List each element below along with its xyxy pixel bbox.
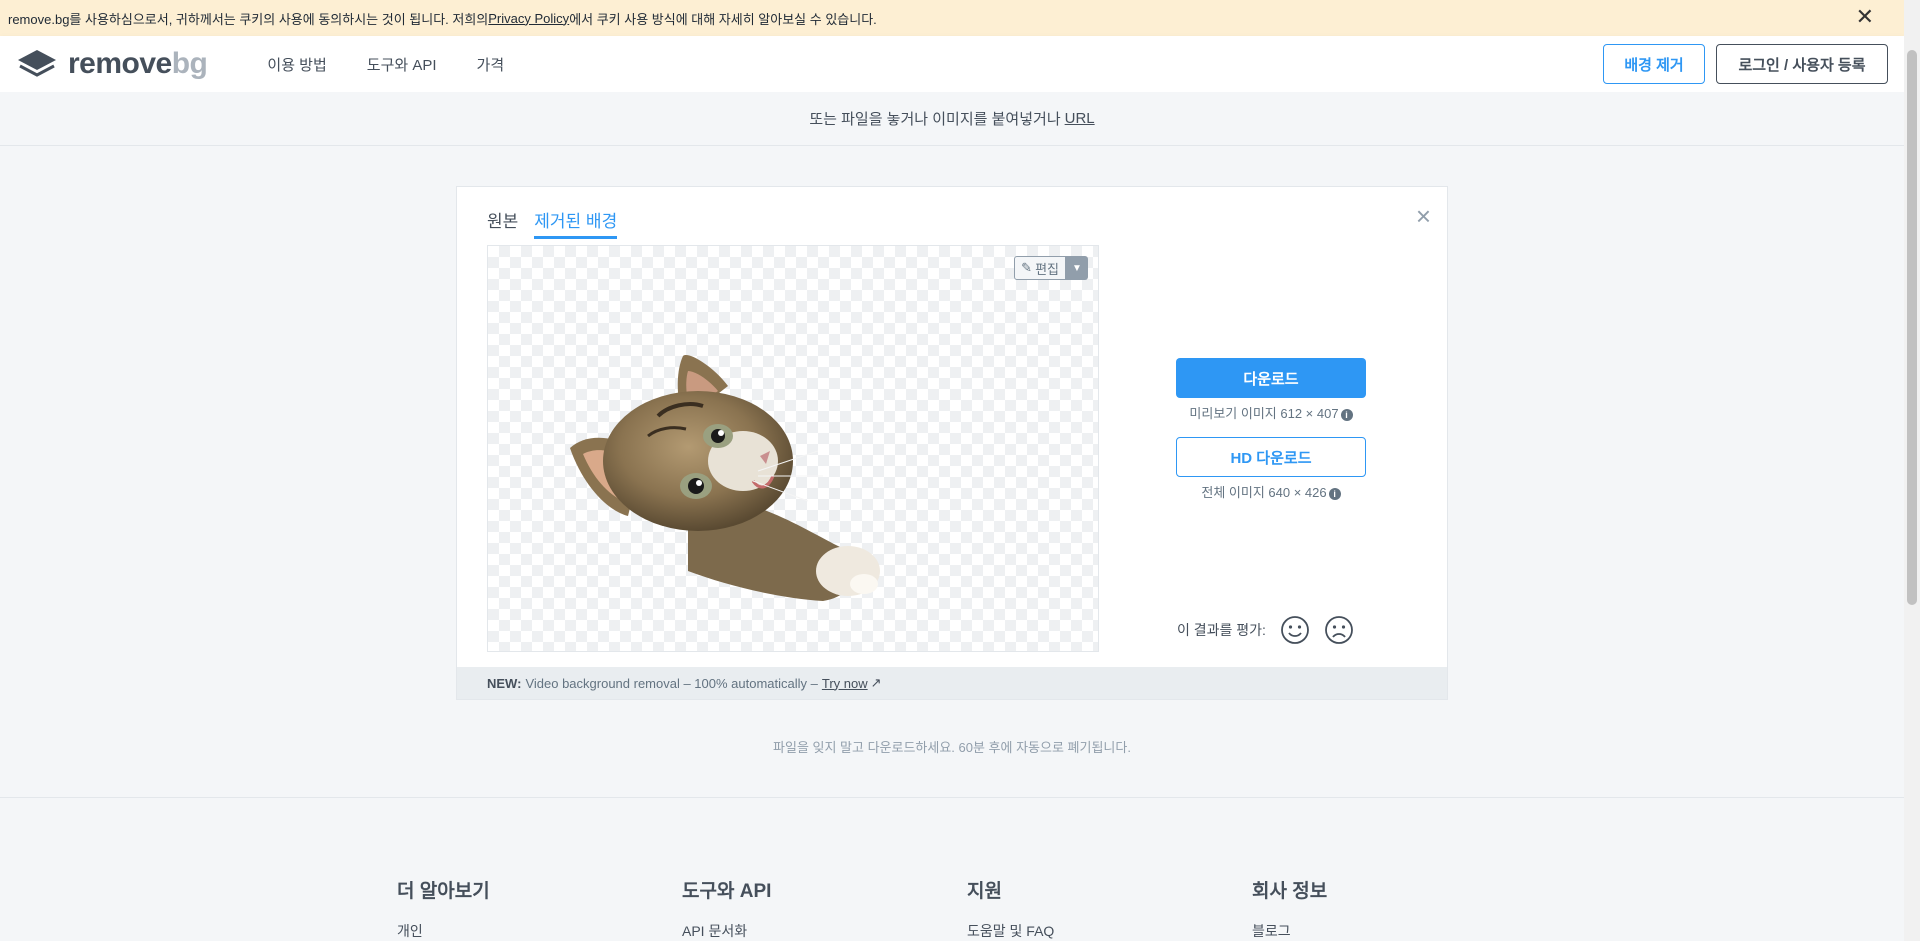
- scrollbar[interactable]: [1904, 0, 1920, 941]
- footer-link-blog[interactable]: 블로그: [1252, 921, 1327, 941]
- brush-icon: ✎: [1021, 260, 1033, 275]
- footer-col-learn-more: 더 알아보기 개인: [397, 881, 490, 941]
- close-icon[interactable]: ×: [1416, 201, 1431, 232]
- nav-pricing[interactable]: 가격: [477, 54, 505, 75]
- footer-col-company: 회사 정보 블로그: [1252, 881, 1328, 941]
- download-button[interactable]: 다운로드: [1176, 358, 1366, 398]
- footer-col-tools-api: 도구와 API API 문서화: [682, 881, 772, 941]
- tab-original[interactable]: 원본: [487, 207, 518, 239]
- full-size-note: 전체 이미지 640 × 426 i: [1176, 482, 1366, 501]
- rating-label: 이 결과를 평가:: [1177, 622, 1266, 638]
- footer-link-individuals[interactable]: 개인: [397, 921, 490, 941]
- rating-row: 이 결과를 평가:: [1177, 615, 1354, 645]
- preview-size-note: 미리보기 이미지 612 × 407 i: [1176, 403, 1366, 422]
- footer-col-support: 지원 도움말 및 FAQ: [967, 881, 1055, 941]
- upload-strip: 또는 파일을 놓거나 이미지를 붙여넣거나 URL: [0, 92, 1904, 146]
- tab-removed-background[interactable]: 제거된 배경: [534, 207, 618, 239]
- logo-layers-icon: [18, 50, 56, 77]
- close-icon[interactable]: ✕: [1856, 6, 1874, 28]
- cookie-banner: remove.bg를 사용하심으로서, 귀하께서는 쿠키의 사용에 동의하시는 …: [0, 0, 1904, 36]
- scrollbar-thumb[interactable]: [1907, 50, 1917, 605]
- try-now-link[interactable]: Try now: [822, 676, 868, 691]
- cookie-text-after: 에서 쿠키 사용 방식에 대해 자세히 알아보실 수 있습니다.: [569, 11, 877, 27]
- url-link[interactable]: URL: [1065, 110, 1095, 127]
- footer-link-help-faq[interactable]: 도움말 및 FAQ: [967, 921, 1054, 941]
- hd-download-button[interactable]: HD 다운로드: [1176, 437, 1366, 477]
- main-nav: 이용 방법 도구와 API 가격: [267, 54, 504, 75]
- result-tabs: 원본 제거된 배경: [487, 207, 618, 239]
- info-icon[interactable]: i: [1328, 487, 1341, 500]
- frown-icon[interactable]: [1324, 615, 1354, 645]
- promo-text: Video background removal – 100% automati…: [525, 675, 818, 691]
- cookie-text-before: remove.bg를 사용하심으로서, 귀하께서는 쿠키의 사용에 동의하시는 …: [8, 11, 489, 27]
- remove-background-button[interactable]: 배경 제거: [1603, 44, 1705, 84]
- edit-label: 편집: [1035, 261, 1059, 277]
- edit-main[interactable]: ✎ 편집: [1014, 256, 1066, 280]
- logo[interactable]: removebg: [16, 47, 208, 81]
- edit-button[interactable]: ✎ 편집 ▼: [1014, 256, 1088, 280]
- privacy-policy-link[interactable]: Privacy Policy: [488, 11, 569, 26]
- info-icon[interactable]: i: [1340, 408, 1353, 421]
- logo-text: removebg: [68, 47, 208, 80]
- promo-new-label: NEW:: [487, 675, 522, 691]
- card-promo-footer: NEW: Video background removal – 100% aut…: [457, 667, 1447, 699]
- nav-how-to[interactable]: 이용 방법: [267, 54, 326, 75]
- retention-note: 파일을 잊지 말고 다운로드하세요. 60분 후에 자동으로 폐기됩니다.: [773, 740, 1131, 755]
- upload-hint: 또는 파일을 놓거나 이미지를 붙여넣거나: [809, 111, 1061, 128]
- cat-cutout-image: [570, 355, 880, 601]
- result-preview: ✎ 편집 ▼: [487, 245, 1099, 652]
- nav-tools-api[interactable]: 도구와 API: [367, 54, 437, 75]
- site-header: removebg 이용 방법 도구와 API 가격 배경 제거 로그인 / 사용…: [0, 36, 1904, 92]
- footer-link-api-docs[interactable]: API 문서화: [682, 921, 771, 941]
- result-card: 원본 제거된 배경 × ✎ 편집 ▼ 다운로드 미리보기 이미지 612 × 4…: [456, 186, 1448, 700]
- external-link-icon: ↗: [870, 675, 882, 690]
- site-footer: 더 알아보기 개인 도구와 API API 문서화 지원 도움말 및 FAQ 회…: [0, 797, 1904, 941]
- login-signup-button[interactable]: 로그인 / 사용자 등록: [1716, 44, 1888, 84]
- smile-icon[interactable]: [1280, 615, 1310, 645]
- chevron-down-icon[interactable]: ▼: [1066, 256, 1088, 280]
